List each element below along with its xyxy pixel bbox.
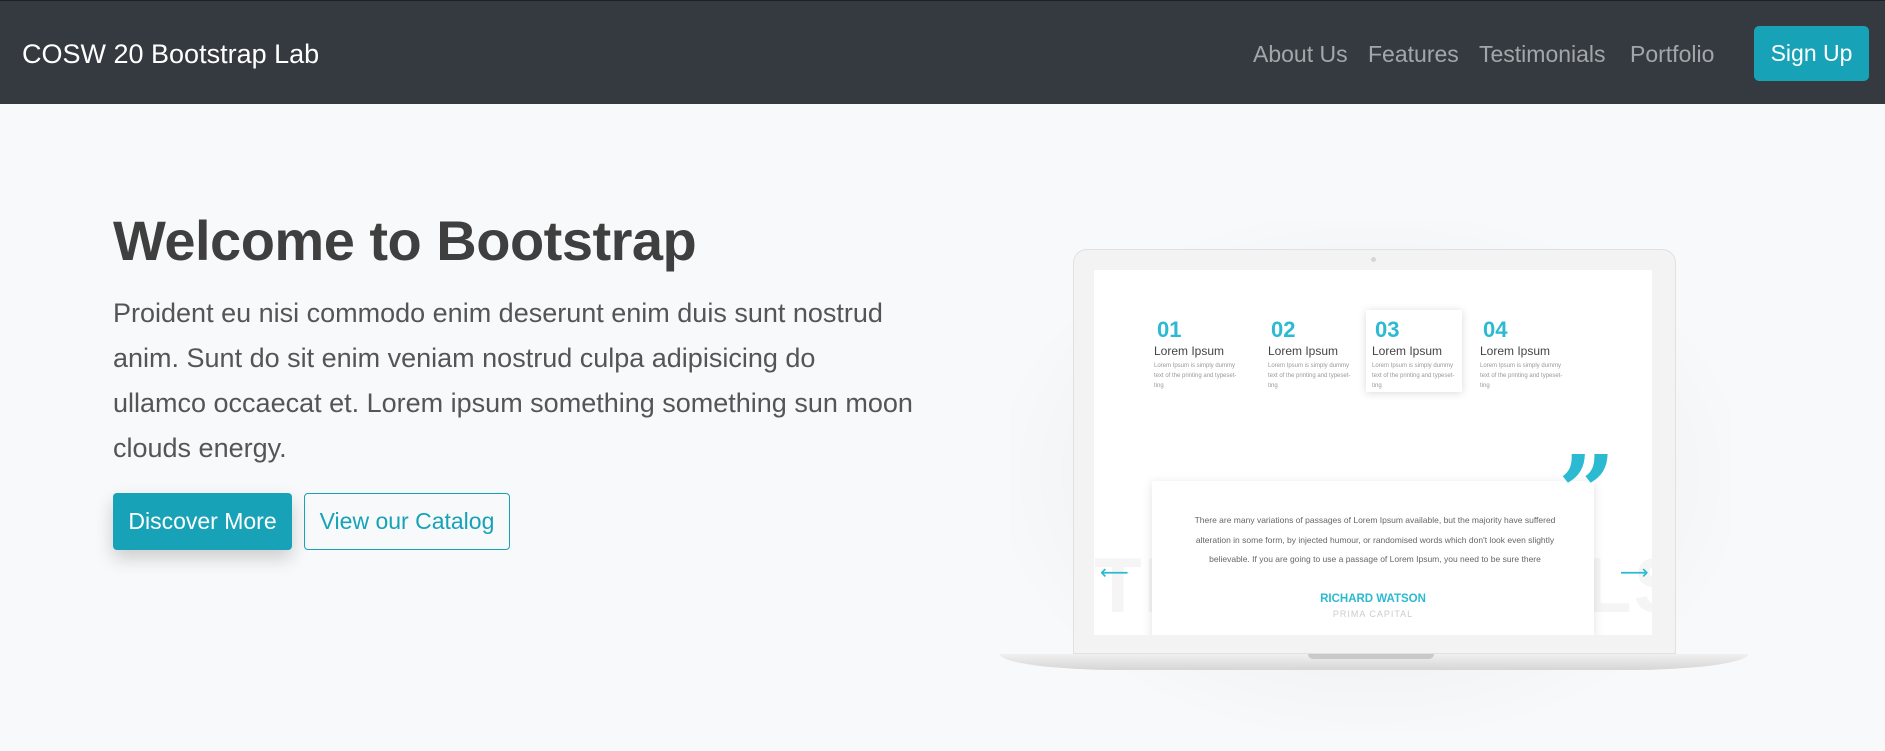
nav-link-about-us[interactable]: About Us: [1253, 41, 1348, 68]
step-title: Lorem Ipsum: [1480, 344, 1551, 358]
step-number: 04: [1483, 317, 1508, 342]
nav-link-features[interactable]: Features: [1368, 41, 1459, 68]
sign-up-button[interactable]: Sign Up: [1754, 26, 1869, 81]
step-title: Lorem Ipsum: [1268, 344, 1339, 358]
arrow-left-icon: ⟵: [1100, 562, 1129, 584]
laptop-screen: TE LS 01 Lorem Ipsum Lorem Ipsum is simp…: [1094, 270, 1652, 635]
process-step-active: 03 Lorem Ipsum Lorem Ipsum is simply dum…: [1366, 310, 1462, 392]
testimonial-author: RICHARD WATSON: [1320, 593, 1426, 605]
step-title: Lorem Ipsum: [1154, 344, 1225, 358]
view-catalog-button[interactable]: View our Catalog: [304, 493, 510, 550]
step-description: Lorem Ipsum is simply dummy text of the …: [1268, 363, 1351, 389]
testimonial-card: There are many variations of passages of…: [1152, 481, 1594, 635]
testimonial-text: There are many variations of passages of…: [1194, 515, 1556, 564]
step-description: Lorem Ipsum is simply dummy text of the …: [1480, 363, 1563, 389]
step-description: Lorem Ipsum is simply dummy text of the …: [1154, 363, 1237, 389]
process-step: 04 Lorem Ipsum Lorem Ipsum is simply dum…: [1474, 310, 1570, 392]
nav-link-testimonials[interactable]: Testimonials: [1479, 41, 1606, 68]
step-description: Lorem Ipsum is simply dummy text of the …: [1372, 363, 1455, 389]
arrow-right-icon: ⟶: [1620, 562, 1649, 584]
testimonial-company: PRIMA CAPITAL: [1332, 609, 1414, 619]
laptop-notch: [1308, 654, 1434, 659]
hero-text: Proident eu nisi commodo enim deserunt e…: [113, 298, 913, 463]
nav-link-portfolio[interactable]: Portfolio: [1630, 41, 1714, 68]
navbar-brand[interactable]: COSW 20 Bootstrap Lab: [22, 39, 319, 70]
discover-more-button[interactable]: Discover More: [113, 493, 292, 550]
step-number: 01: [1157, 317, 1182, 342]
laptop-camera: [1371, 257, 1376, 262]
navbar: COSW 20 Bootstrap Lab About Us Features …: [0, 0, 1885, 104]
hero-title: Welcome to Bootstrap: [113, 209, 697, 272]
quote-icon: ”: [1558, 433, 1616, 551]
process-step: 02 Lorem Ipsum Lorem Ipsum is simply dum…: [1262, 310, 1358, 392]
process-step: 01 Lorem Ipsum Lorem Ipsum is simply dum…: [1148, 310, 1244, 392]
screen-background-word-right: LS: [1584, 541, 1652, 629]
step-title: Lorem Ipsum: [1372, 344, 1443, 358]
step-number: 02: [1271, 317, 1296, 342]
step-number: 03: [1375, 317, 1400, 342]
